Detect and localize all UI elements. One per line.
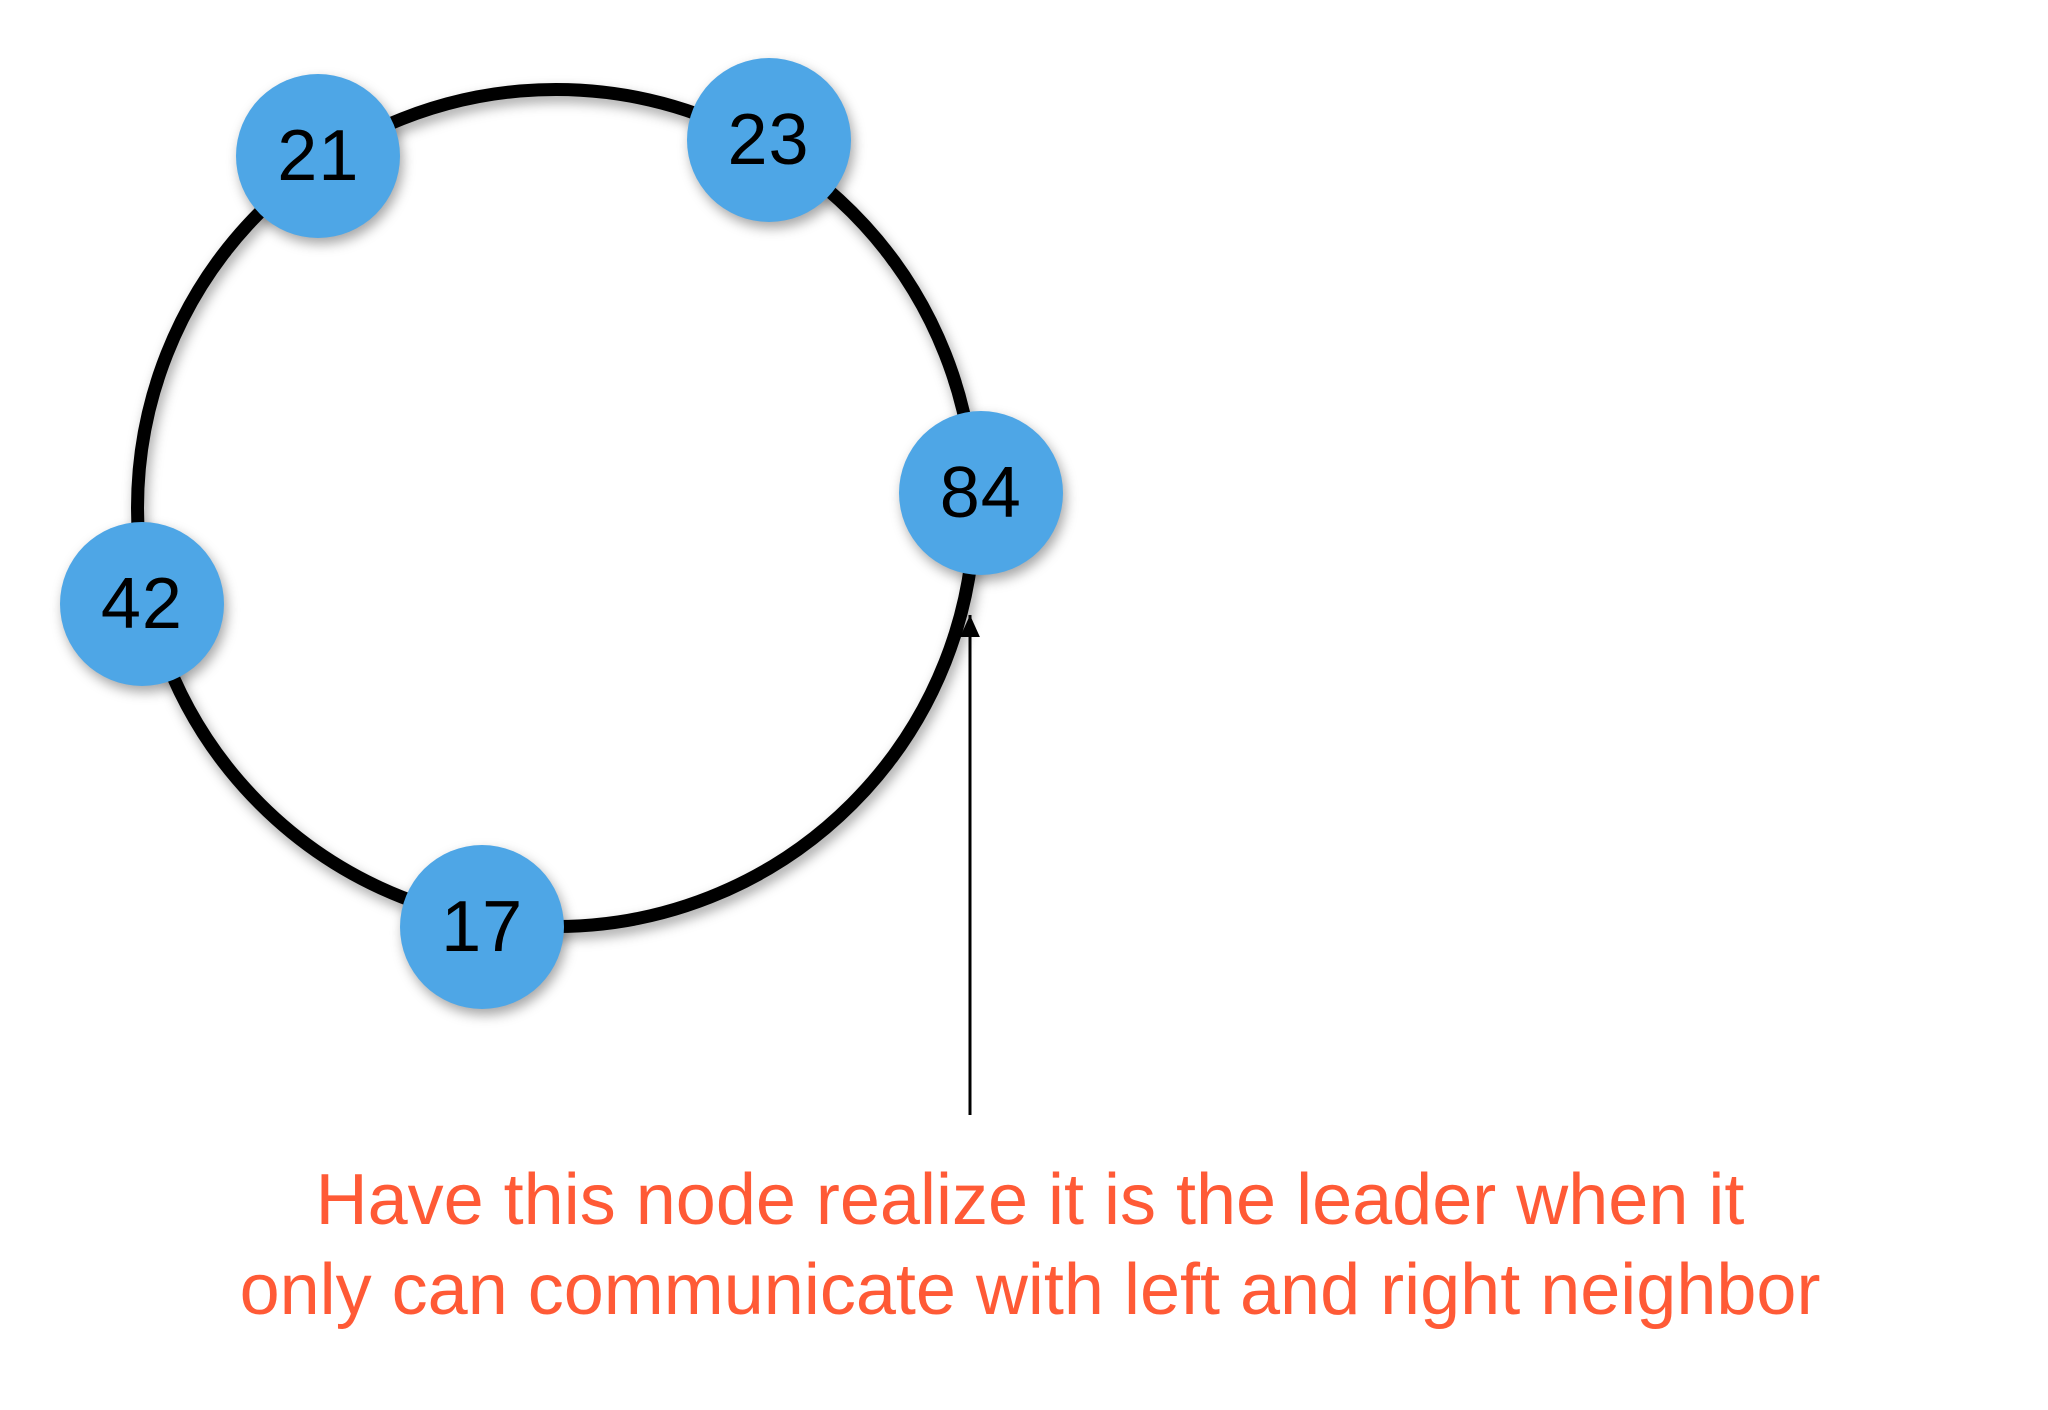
diagram-stage: 21 23 84 42 17 Have this node realize it is …	[0, 0, 2048, 1410]
node-23: 23	[687, 58, 851, 222]
caption-line-1: Have this node realize it is the leader …	[316, 1160, 1745, 1240]
node-42-label: 42	[101, 563, 183, 645]
pointer-arrow	[946, 591, 994, 1139]
node-21-label: 21	[277, 115, 359, 197]
caption-line-2: only can communicate with left and right…	[240, 1250, 1821, 1330]
node-21: 21	[236, 74, 400, 238]
caption-text: Have this node realize it is the leader …	[140, 1155, 1920, 1335]
node-17: 17	[400, 845, 564, 1009]
node-84: 84	[899, 411, 1063, 575]
node-84-label: 84	[940, 452, 1022, 534]
node-23-label: 23	[727, 99, 809, 181]
node-42: 42	[60, 522, 224, 686]
node-17-label: 17	[441, 886, 523, 968]
